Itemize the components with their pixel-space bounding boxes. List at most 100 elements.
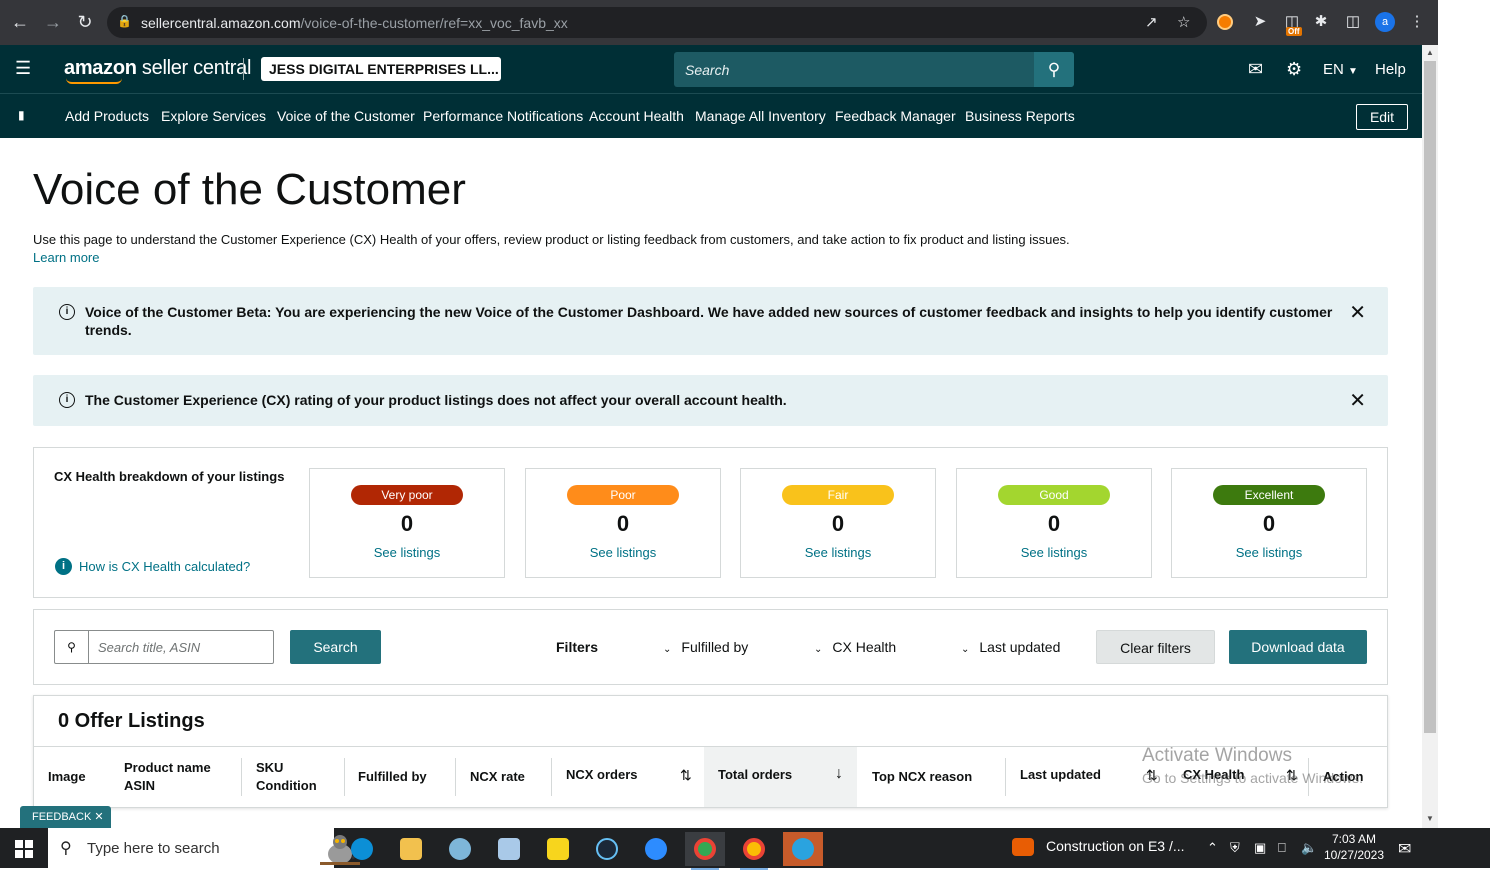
- taskbar-edge-icon[interactable]: [342, 832, 382, 866]
- feedback-tab[interactable]: FEEDBACK ✕: [20, 806, 111, 828]
- clear-filters-button[interactable]: Clear filters: [1096, 630, 1215, 664]
- extension-off-badge: Off: [1286, 27, 1302, 36]
- col-product-name[interactable]: Product name ASIN: [124, 759, 211, 795]
- taskbar-clock[interactable]: 7:03 AM 10/27/2023: [1318, 831, 1390, 863]
- search-placeholder: Search: [685, 62, 730, 78]
- cx-tile-excellent[interactable]: Excellent 0 See listings: [1171, 468, 1367, 578]
- hamburger-menu-icon[interactable]: ☰: [15, 59, 31, 77]
- col-last-updated[interactable]: Last updated: [1020, 766, 1101, 784]
- sort-descending-icon[interactable]: ↓: [835, 765, 843, 783]
- taskbar-steam-icon[interactable]: [587, 832, 627, 866]
- account-switcher[interactable]: JESS DIGITAL ENTERPRISES LL...: [261, 57, 501, 81]
- cx-tile-poor[interactable]: Poor 0 See listings: [525, 468, 721, 578]
- nav-add-products[interactable]: Add Products: [65, 108, 149, 124]
- close-icon[interactable]: ✕: [94, 811, 103, 823]
- mail-icon[interactable]: ✉: [1248, 59, 1263, 80]
- kebab-menu-icon[interactable]: ⋮: [1407, 12, 1427, 32]
- nav-performance-notifications[interactable]: Performance Notifications: [423, 108, 583, 124]
- col-total-orders[interactable]: Total orders: [718, 766, 792, 784]
- gear-icon[interactable]: ⚙: [1286, 59, 1302, 80]
- divider: [243, 58, 244, 80]
- learn-more-link[interactable]: Learn more: [33, 250, 99, 265]
- fulfilled-by-dropdown[interactable]: ⌄ Fulfilled by: [663, 639, 748, 655]
- divider: [455, 758, 456, 796]
- taskbar-chrome-icon[interactable]: [685, 832, 725, 870]
- seller-search-input[interactable]: Search ⚲: [674, 52, 1074, 87]
- taskbar-zoom-icon[interactable]: [636, 832, 676, 866]
- network-icon[interactable]: ⎕: [1278, 840, 1286, 856]
- address-bar[interactable]: 🔒 sellercentral.amazon.com/voice-of-the-…: [107, 7, 1207, 38]
- offer-listings-title: 0 Offer Listings: [58, 710, 205, 732]
- status-badge: Fair: [782, 485, 894, 505]
- forward-icon[interactable]: →: [43, 12, 63, 32]
- see-listings-link[interactable]: See listings: [957, 545, 1151, 560]
- search-icon[interactable]: ⚲: [1034, 52, 1074, 87]
- cx-health-dropdown[interactable]: ⌄ CX Health: [814, 639, 896, 655]
- taskbar-notepad-icon[interactable]: [489, 832, 529, 866]
- cx-tile-good[interactable]: Good 0 See listings: [956, 468, 1152, 578]
- share-icon[interactable]: ↗: [1145, 13, 1158, 31]
- extension-icon[interactable]: [1217, 14, 1233, 30]
- scrollbar-thumb[interactable]: [1424, 61, 1436, 733]
- nav-manage-all-inventory[interactable]: Manage All Inventory: [695, 108, 826, 124]
- nav-feedback-manager[interactable]: Feedback Manager: [835, 108, 956, 124]
- back-icon[interactable]: ←: [10, 12, 30, 32]
- help-link[interactable]: Help: [1375, 61, 1406, 78]
- col-ncx-rate[interactable]: NCX rate: [470, 768, 525, 786]
- cx-tile-fair[interactable]: Fair 0 See listings: [740, 468, 936, 578]
- taskbar-search-input[interactable]: ⚲ Type here to search: [48, 828, 363, 868]
- edit-bookmarks-button[interactable]: Edit: [1356, 104, 1408, 130]
- see-listings-link[interactable]: See listings: [310, 545, 504, 560]
- nav-voice-of-the-customer[interactable]: Voice of the Customer: [277, 108, 415, 124]
- windows-taskbar: ⚲ Type here to search Construction on E3…: [0, 828, 1490, 870]
- logo-smile: [66, 78, 122, 84]
- search-button[interactable]: Search: [290, 630, 381, 664]
- reload-icon[interactable]: ↻: [75, 12, 95, 32]
- cx-rating-alert: i The Customer Experience (CX) rating of…: [33, 375, 1388, 426]
- amazon-seller-central-logo[interactable]: amazon seller central: [64, 57, 251, 80]
- col-sku[interactable]: SKU Condition: [256, 759, 317, 795]
- cx-health-title: CX Health breakdown of your listings: [54, 469, 285, 484]
- extension-arrow-icon[interactable]: ➤: [1250, 12, 1270, 32]
- side-panel-icon[interactable]: ◫: [1343, 12, 1363, 32]
- see-listings-link[interactable]: See listings: [741, 545, 935, 560]
- download-data-button[interactable]: Download data: [1229, 630, 1367, 664]
- beta-alert: i Voice of the Customer Beta: You are ex…: [33, 287, 1388, 355]
- chevron-up-icon[interactable]: ⌃: [1207, 840, 1218, 856]
- meet-icon[interactable]: ▣: [1254, 840, 1266, 856]
- listing-search-input[interactable]: ⚲ Search title, ASIN: [54, 630, 274, 664]
- taskbar-news-widget[interactable]: Construction on E3 /...: [1012, 838, 1185, 857]
- nav-account-health[interactable]: Account Health: [589, 108, 684, 124]
- nav-business-reports[interactable]: Business Reports: [965, 108, 1075, 124]
- scroll-up-icon[interactable]: ▲: [1424, 47, 1436, 59]
- security-icon[interactable]: ⛨: [1230, 840, 1240, 856]
- nav-explore-services[interactable]: Explore Services: [161, 108, 266, 124]
- bookmark-icon[interactable]: ▮: [18, 108, 25, 122]
- cx-tile-very-poor[interactable]: Very poor 0 See listings: [309, 468, 505, 578]
- sort-icon[interactable]: ⇅: [680, 767, 692, 784]
- scroll-down-icon[interactable]: ▼: [1424, 813, 1436, 825]
- col-fulfilled-by[interactable]: Fulfilled by: [358, 768, 427, 786]
- taskbar-sticky-notes-icon[interactable]: [538, 832, 578, 866]
- last-updated-dropdown[interactable]: ⌄ Last updated: [961, 639, 1060, 655]
- cx-health-help-link[interactable]: How is CX Health calculated?: [79, 559, 250, 574]
- puzzle-icon[interactable]: ✱: [1311, 12, 1331, 32]
- taskbar-chrome-profile-icon[interactable]: [734, 832, 774, 870]
- close-icon[interactable]: ✕: [1349, 300, 1366, 325]
- see-listings-link[interactable]: See listings: [1172, 545, 1366, 560]
- language-selector[interactable]: EN ▼: [1323, 61, 1358, 78]
- volume-icon[interactable]: 🔈: [1301, 840, 1317, 856]
- see-listings-link[interactable]: See listings: [526, 545, 720, 560]
- col-top-ncx-reason[interactable]: Top NCX reason: [872, 768, 972, 786]
- profile-avatar[interactable]: a: [1375, 12, 1395, 32]
- col-ncx-orders[interactable]: NCX orders: [566, 766, 638, 784]
- windows-start-icon[interactable]: [15, 840, 33, 858]
- taskbar-telegram-icon[interactable]: [783, 832, 823, 866]
- taskbar-paint-icon[interactable]: [440, 832, 480, 866]
- status-badge: Poor: [567, 485, 679, 505]
- bookmark-star-icon[interactable]: ☆: [1177, 13, 1190, 31]
- divider: [551, 758, 552, 796]
- taskbar-file-explorer-icon[interactable]: [391, 832, 431, 866]
- notification-icon[interactable]: ✉: [1398, 839, 1411, 859]
- close-icon[interactable]: ✕: [1349, 388, 1366, 413]
